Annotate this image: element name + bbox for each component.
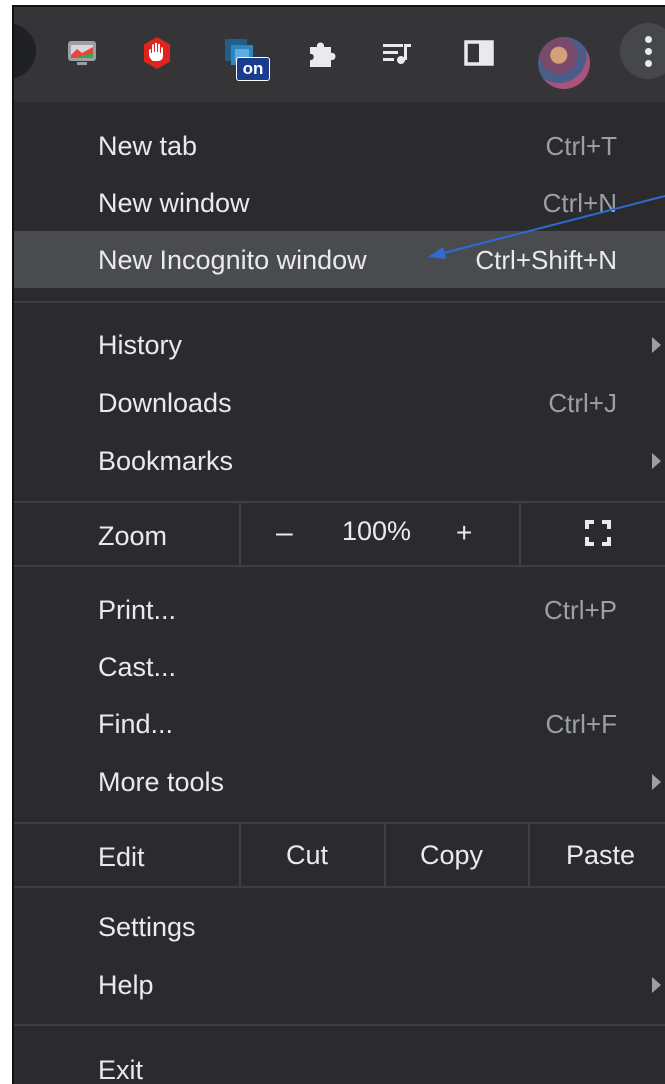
menu-separator	[14, 565, 665, 567]
cut-button[interactable]: Cut	[286, 840, 328, 871]
menu-item-find[interactable]: Find... Ctrl+F	[14, 695, 665, 752]
menu-item-shortcut: Ctrl+F	[545, 709, 618, 739]
menu-item-label: Help	[98, 970, 154, 1000]
zoom-out-button[interactable]: –	[276, 516, 293, 550]
zoom-divider	[239, 503, 241, 565]
zoom-divider	[519, 503, 521, 565]
menu-item-label: Print...	[98, 595, 177, 625]
zoom-label: Zoom	[98, 521, 168, 551]
menu-item-label: History	[98, 330, 183, 360]
menu-item-label: Bookmarks	[98, 446, 234, 476]
profile-avatar[interactable]	[538, 37, 590, 89]
submenu-arrow-icon	[652, 337, 661, 353]
menu-item-new-tab[interactable]: New tab Ctrl+T	[14, 117, 665, 174]
edit-divider	[528, 824, 530, 886]
zoom-level: 100%	[342, 516, 412, 546]
menu-item-downloads[interactable]: Downloads Ctrl+J	[14, 374, 665, 431]
menu-separator	[14, 886, 665, 888]
menu-item-print[interactable]: Print... Ctrl+P	[14, 581, 665, 638]
zoom-row: Zoom – 100% +	[14, 503, 665, 565]
menu-item-shortcut: Ctrl+P	[544, 595, 617, 625]
edit-divider	[239, 824, 241, 886]
menu-item-label: More tools	[98, 767, 225, 797]
edit-divider	[384, 824, 386, 886]
menu-item-exit[interactable]: Exit	[14, 1041, 665, 1084]
submenu-arrow-icon	[652, 453, 661, 469]
reading-list-icon[interactable]	[379, 35, 415, 71]
ad-block-hand-icon[interactable]	[139, 35, 175, 71]
menu-item-shortcut: Ctrl+T	[545, 131, 618, 161]
edit-label: Edit	[98, 842, 145, 872]
menu-item-label: Exit	[98, 1055, 144, 1084]
copy-button[interactable]: Copy	[420, 840, 483, 871]
menu-item-shortcut: Ctrl+Shift+N	[475, 245, 617, 275]
paste-button[interactable]: Paste	[566, 840, 635, 871]
browser-toolbar: on	[14, 7, 665, 102]
menu-separator	[14, 1024, 665, 1026]
menu-item-shortcut: Ctrl+J	[548, 388, 617, 418]
menu-item-label: New tab	[98, 131, 198, 161]
side-panel-icon[interactable]	[461, 35, 497, 71]
menu-item-label: Cast...	[98, 652, 177, 682]
menu-item-new-incognito-window[interactable]: New Incognito window Ctrl+Shift+N	[14, 231, 665, 288]
edit-row: Edit Cut Copy Paste	[14, 824, 665, 886]
menu-item-bookmarks[interactable]: Bookmarks	[14, 432, 665, 489]
extension-on-badge-icon[interactable]: on	[219, 35, 271, 83]
omnibox-edge[interactable]	[14, 23, 36, 79]
menu-item-label: Find...	[98, 709, 174, 739]
extension-badge: on	[236, 57, 270, 81]
submenu-arrow-icon	[652, 977, 661, 993]
zoom-in-button[interactable]: +	[456, 517, 472, 549]
menu-item-label: New window	[98, 188, 250, 218]
menu-item-settings[interactable]: Settings	[14, 898, 665, 955]
menu-item-shortcut: Ctrl+N	[542, 188, 617, 218]
menu-separator	[14, 301, 665, 303]
chrome-remote-desktop-icon[interactable]	[64, 35, 100, 71]
submenu-arrow-icon	[652, 774, 661, 790]
menu-item-label: New Incognito window	[98, 245, 367, 275]
menu-item-new-window[interactable]: New window Ctrl+N	[14, 174, 665, 231]
menu-item-cast[interactable]: Cast...	[14, 638, 665, 695]
browser-menu-screenshot: on New tab Ctrl+T New window Ctrl+N New …	[12, 5, 665, 1084]
more-menu-icon[interactable]	[620, 23, 665, 79]
fullscreen-icon[interactable]	[585, 520, 611, 546]
extensions-puzzle-icon[interactable]	[304, 35, 340, 71]
menu-item-label: Settings	[98, 912, 196, 942]
menu-item-history[interactable]: History	[14, 316, 665, 373]
menu-item-more-tools[interactable]: More tools	[14, 753, 665, 810]
menu-item-help[interactable]: Help	[14, 956, 665, 1013]
menu-item-label: Downloads	[98, 388, 232, 418]
